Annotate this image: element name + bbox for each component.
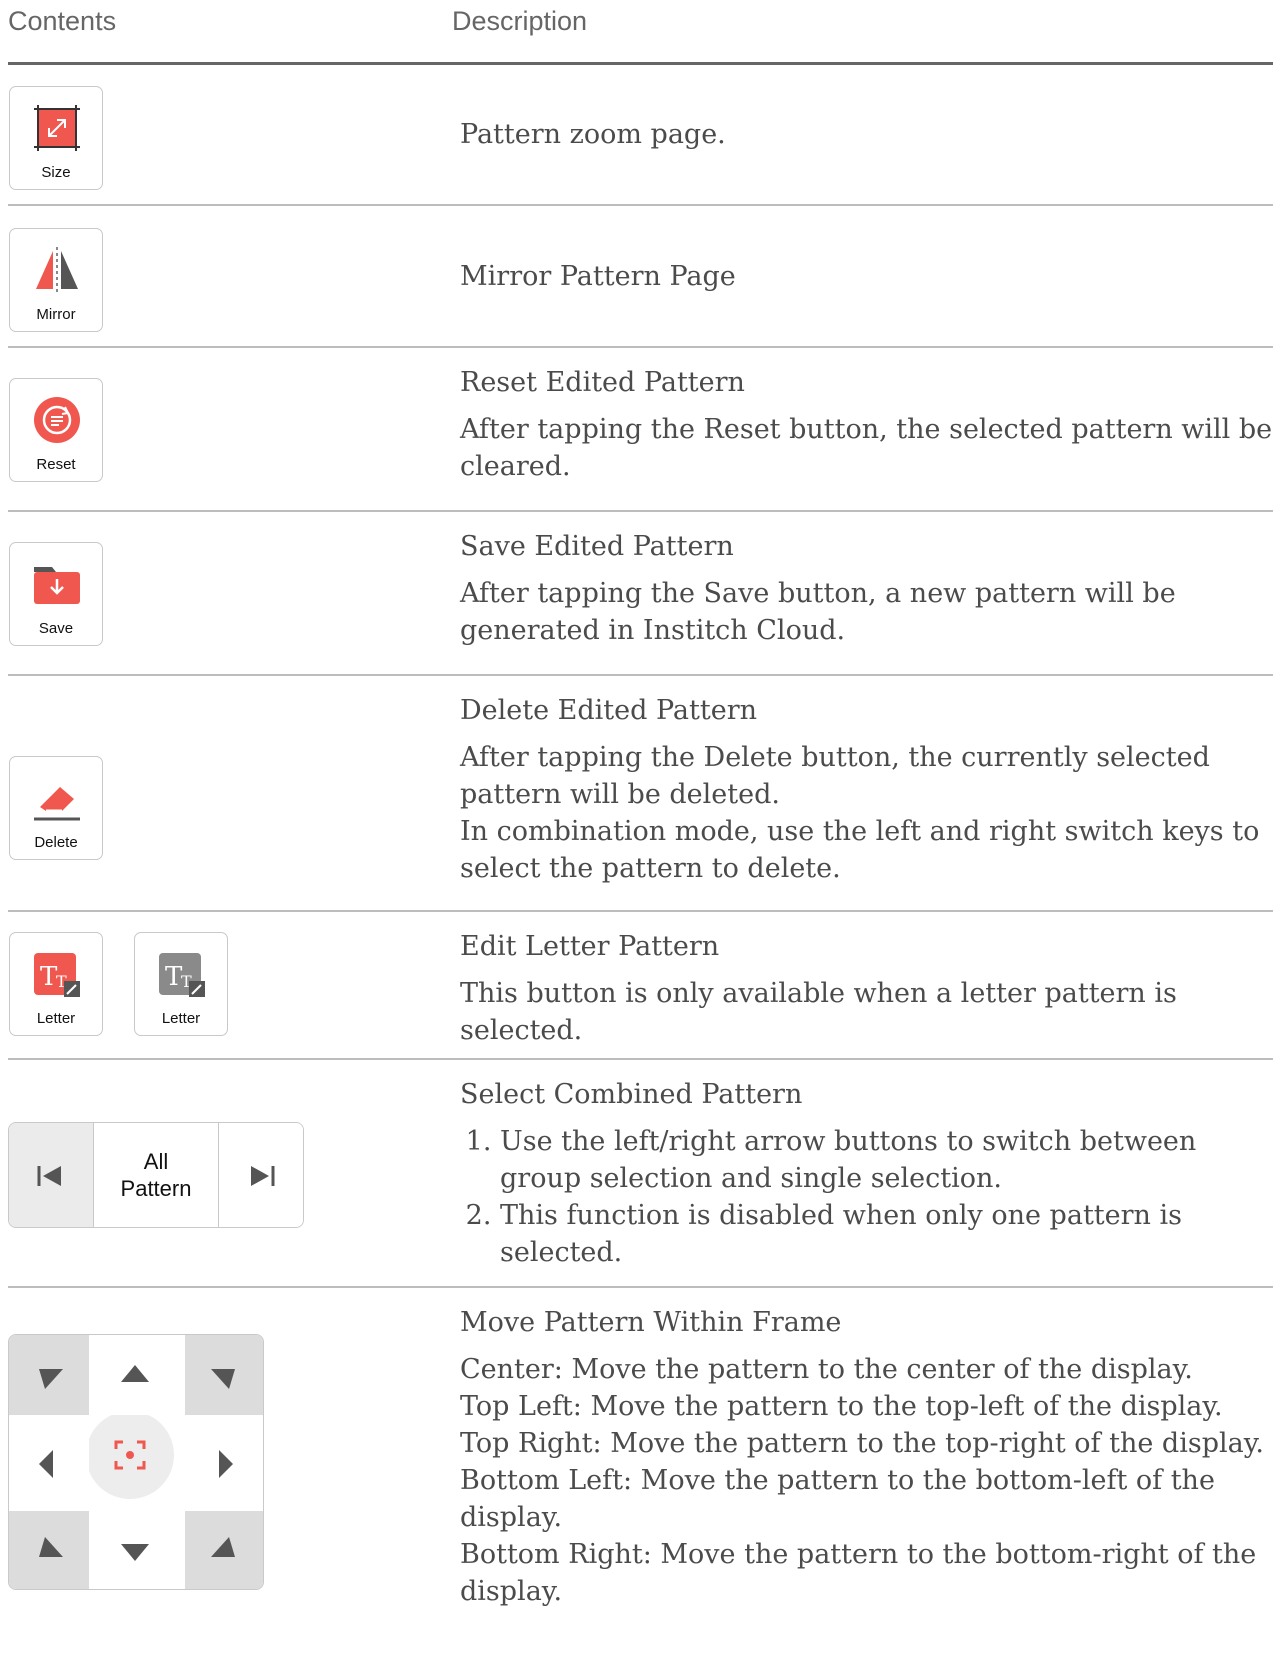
- reset-button[interactable]: Reset: [9, 378, 103, 482]
- all-pattern-label-line-1: All: [143, 1149, 169, 1174]
- reset-icon: [34, 397, 80, 443]
- description-header: Description: [452, 6, 588, 36]
- mirror-icon: [36, 247, 78, 293]
- skip-next-icon: [251, 1166, 275, 1186]
- table-row-reset: Reset Reset Edited Pattern After tapping…: [8, 348, 1273, 512]
- row-save-title: Save Edited Pattern: [460, 531, 734, 562]
- row-select-title: Select Combined Pattern: [460, 1079, 803, 1110]
- letter-label-1: Letter: [36, 1010, 76, 1027]
- row-select-desc: Select Combined Pattern Use the left/rig…: [460, 1076, 1275, 1271]
- all-pattern-label-line-2: Pattern: [120, 1176, 192, 1201]
- down-button[interactable]: [89, 1511, 169, 1589]
- table-header: Contents Description: [8, 0, 1273, 65]
- row-delete-desc: Delete Edited Pattern After tapping the …: [460, 692, 1275, 887]
- row-delete-title: Delete Edited Pattern: [460, 695, 757, 726]
- row-delete-text-2: In combination mode, use the left and ri…: [460, 816, 1260, 884]
- row-save-text: After tapping the Save button, a new pat…: [460, 578, 1176, 646]
- save-label: Save: [38, 620, 74, 637]
- delete-label: Delete: [34, 834, 78, 851]
- arrow-left-icon: [39, 1450, 53, 1478]
- right-button[interactable]: [185, 1415, 263, 1511]
- table-row-size: Size Pattern zoom page.: [8, 64, 1273, 206]
- table-row-select-combined: All Pattern Select Combined Pattern Use …: [8, 1060, 1273, 1288]
- arrow-top-right-icon: [211, 1369, 235, 1389]
- row-move-line: Bottom Right: Move the pattern to the bo…: [460, 1539, 1257, 1607]
- all-pattern-label: All Pattern: [93, 1123, 219, 1227]
- row-move-line: Top Right: Move the pattern to the top-r…: [460, 1428, 1264, 1459]
- bottom-left-button[interactable]: [9, 1511, 89, 1589]
- row-save-desc: Save Edited Pattern After tapping the Sa…: [460, 528, 1275, 649]
- table-row-mirror: Mirror Mirror Pattern Page: [8, 206, 1273, 348]
- letter-button-disabled[interactable]: T T Letter: [134, 932, 228, 1036]
- eraser-icon: [34, 787, 80, 821]
- arrow-top-left-icon: [39, 1369, 63, 1389]
- row-reset-title: Reset Edited Pattern: [460, 367, 745, 398]
- previous-pattern-button[interactable]: [9, 1123, 93, 1227]
- row-letter-title: Edit Letter Pattern: [460, 931, 720, 962]
- table-row-delete: Delete Delete Edited Pattern After tappi…: [8, 676, 1273, 912]
- row-mirror-title: Mirror Pattern Page: [460, 261, 736, 292]
- table-row-save: Save Save Edited Pattern After tapping t…: [8, 512, 1273, 676]
- save-folder-icon: [34, 567, 80, 604]
- list-item: This function is disabled when only one …: [500, 1197, 1275, 1271]
- row-letter-desc: Edit Letter Pattern This button is only …: [460, 928, 1275, 1049]
- row-move-line: Bottom Left: Move the pattern to the bot…: [460, 1465, 1215, 1533]
- delete-button[interactable]: Delete: [9, 756, 103, 860]
- top-right-button[interactable]: [185, 1335, 263, 1415]
- size-label: Size: [41, 164, 71, 181]
- row-delete-text-1: After tapping the Delete button, the cur…: [460, 742, 1210, 810]
- arrow-up-icon: [121, 1365, 149, 1382]
- letter-button-enabled[interactable]: T T Letter: [9, 932, 103, 1036]
- resize-icon: [34, 105, 80, 151]
- pattern-selector: All Pattern: [8, 1122, 304, 1228]
- skip-previous-icon: [37, 1166, 61, 1186]
- row-move-title: Move Pattern Within Frame: [460, 1307, 842, 1338]
- row-reset-desc: Reset Edited Pattern After tapping the R…: [460, 364, 1275, 485]
- letter-edit-icon: T T: [34, 953, 80, 997]
- top-left-button[interactable]: [9, 1335, 89, 1415]
- row-move-line: Center: Move the pattern to the center o…: [460, 1354, 1193, 1385]
- row-move-desc: Move Pattern Within Frame Center: Move t…: [460, 1304, 1275, 1610]
- letter-label-2: Letter: [161, 1010, 201, 1027]
- row-size-title: Pattern zoom page.: [460, 119, 726, 150]
- list-item: Use the left/right arrow buttons to swit…: [500, 1123, 1275, 1197]
- row-select-list: Use the left/right arrow buttons to swit…: [460, 1123, 1275, 1271]
- table-row-move: Move Pattern Within Frame Center: Move t…: [8, 1288, 1273, 1664]
- arrow-bottom-left-icon: [39, 1537, 63, 1557]
- row-letter-text: This button is only available when a let…: [460, 978, 1177, 1046]
- row-reset-text: After tapping the Reset button, the sele…: [460, 414, 1273, 482]
- up-button[interactable]: [89, 1335, 169, 1415]
- row-move-line: Top Left: Move the pattern to the top-le…: [460, 1391, 1223, 1422]
- reset-label: Reset: [36, 456, 76, 473]
- letter-edit-disabled-icon: T T: [159, 953, 205, 997]
- center-focus-icon: [86, 1411, 174, 1499]
- next-pattern-button[interactable]: [219, 1123, 303, 1227]
- bottom-right-button[interactable]: [185, 1511, 263, 1589]
- mirror-button[interactable]: Mirror: [9, 228, 103, 332]
- left-button[interactable]: [9, 1415, 89, 1511]
- center-button[interactable]: [86, 1411, 185, 1511]
- contents-header: Contents: [8, 6, 117, 36]
- arrow-down-icon: [121, 1544, 149, 1561]
- arrow-bottom-right-icon: [211, 1537, 235, 1557]
- save-button[interactable]: Save: [9, 542, 103, 646]
- size-button[interactable]: Size: [9, 86, 103, 190]
- mirror-label: Mirror: [36, 306, 76, 323]
- move-pad: [8, 1334, 264, 1590]
- table-row-letter: T T Letter T T Letter Edit Letter Patter…: [8, 912, 1273, 1060]
- arrow-right-icon: [219, 1450, 233, 1478]
